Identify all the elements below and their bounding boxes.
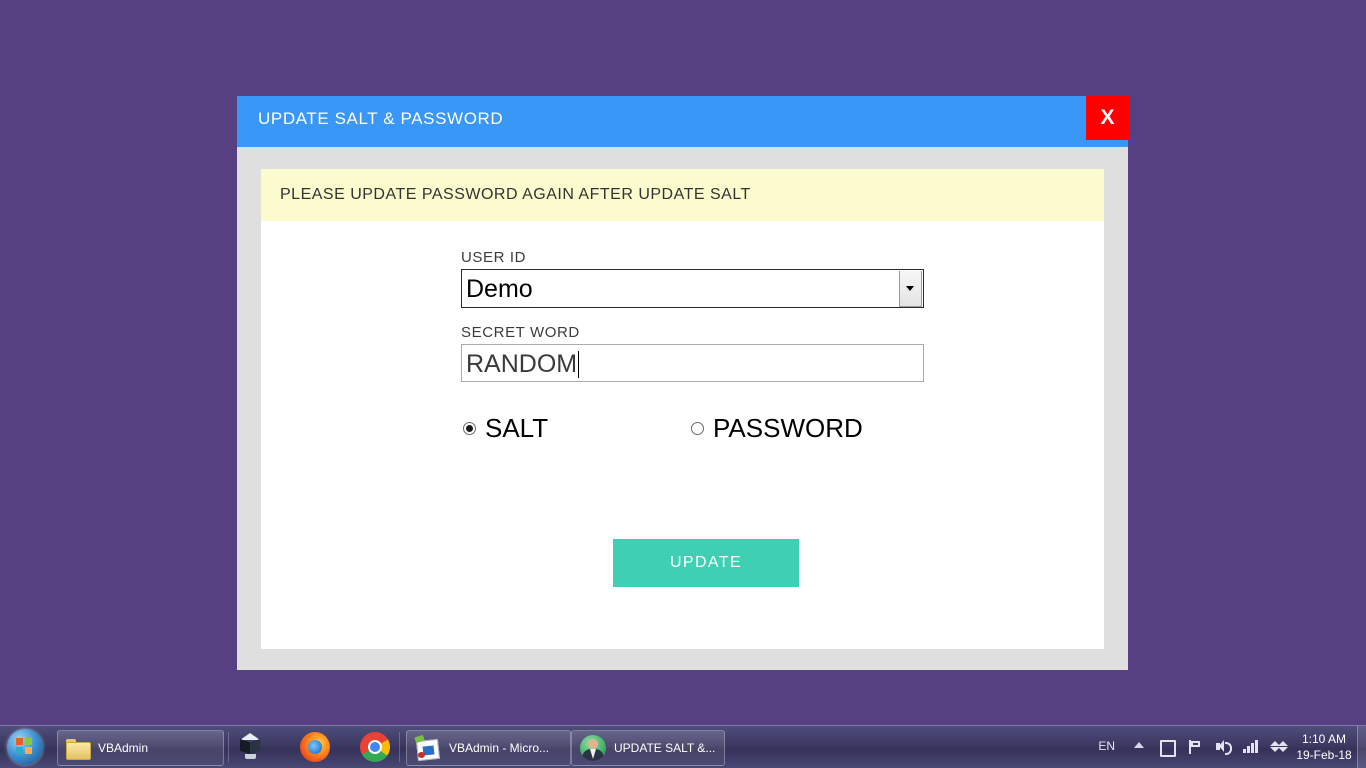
secret-word-input[interactable]: RANDOM — [461, 344, 924, 382]
radio-option-salt[interactable]: SALT — [463, 414, 548, 442]
show-hidden-icons-chevron-icon[interactable] — [1134, 742, 1144, 748]
folder-icon — [66, 738, 91, 760]
show-desktop-button[interactable] — [1357, 726, 1366, 768]
user-id-select[interactable]: Demo — [461, 269, 924, 308]
taskbar-button-update-salt-label: UPDATE SALT &... — [614, 741, 716, 755]
virtualbox-icon[interactable] — [235, 731, 267, 763]
action-center-icon[interactable] — [1158, 738, 1176, 757]
dialog-title: UPDATE SALT & PASSWORD — [258, 109, 504, 128]
network-icon[interactable] — [1242, 738, 1260, 756]
mode-radio-group: SALT PASSWORD — [461, 414, 931, 450]
clock-date: 19-Feb-18 — [1296, 748, 1352, 762]
tray-language[interactable]: EN — [1098, 739, 1115, 753]
windows-orb-icon — [16, 738, 34, 756]
radio-dot-salt-icon — [463, 421, 476, 435]
dialog-content: PLEASE UPDATE PASSWORD AGAIN AFTER UPDAT… — [261, 169, 1104, 649]
dialog-frame: PLEASE UPDATE PASSWORD AGAIN AFTER UPDAT… — [237, 147, 1128, 670]
firefox-icon[interactable] — [299, 731, 331, 763]
clock-time: 1:10 AM — [1301, 732, 1347, 746]
secret-word-value-wrap: RANDOM — [466, 350, 580, 378]
start-button[interactable] — [7, 729, 43, 765]
user-avatar-icon — [580, 735, 606, 761]
taskbar-button-access[interactable]: VBAdmin - Micro... — [406, 730, 571, 766]
radio-dot-password-icon — [691, 421, 704, 435]
desktop: UPDATE SALT & PASSWORD PLEASE UPDATE PAS… — [0, 0, 1366, 768]
taskbar-button-update-salt[interactable]: UPDATE SALT &... — [571, 730, 725, 766]
dropbox-icon[interactable] — [1270, 738, 1288, 756]
secret-word-value: RANDOM — [466, 350, 578, 378]
clock[interactable]: 1:10 AM 19-Feb-18 — [1294, 731, 1354, 763]
taskbar-button-vbadmin-label: VBAdmin — [98, 741, 149, 755]
close-button[interactable]: X — [1086, 96, 1129, 140]
update-salt-password-dialog: UPDATE SALT & PASSWORD PLEASE UPDATE PAS… — [237, 96, 1128, 670]
text-caret — [578, 351, 580, 378]
taskbar-button-access-label: VBAdmin - Micro... — [449, 741, 550, 755]
taskbar-button-vbadmin[interactable]: VBAdmin — [57, 730, 224, 766]
secret-word-label: SECRET WORD — [461, 324, 580, 341]
radio-label-password: PASSWORD — [713, 413, 863, 443]
taskbar-divider — [228, 732, 229, 762]
user-id-label: USER ID — [461, 249, 527, 266]
update-button[interactable]: UPDATE — [613, 539, 799, 587]
notice-text: PLEASE UPDATE PASSWORD AGAIN AFTER UPDAT… — [280, 186, 751, 203]
chrome-icon[interactable] — [359, 731, 391, 763]
flag-icon[interactable] — [1186, 738, 1204, 756]
chevron-down-icon[interactable] — [899, 271, 922, 307]
notice-banner: PLEASE UPDATE PASSWORD AGAIN AFTER UPDAT… — [261, 169, 1104, 221]
radio-label-salt: SALT — [485, 413, 549, 443]
radio-option-password[interactable]: PASSWORD — [691, 414, 863, 442]
volume-icon[interactable] — [1214, 738, 1232, 756]
taskbar-divider-2 — [399, 732, 400, 762]
dialog-title-bar: UPDATE SALT & PASSWORD — [237, 96, 1128, 147]
user-id-value: Demo — [466, 275, 533, 303]
taskbar: VBAdmin VBAdmin - Micro... UPDATE SALT &… — [0, 725, 1366, 768]
form-area: USER ID Demo SECRET WORD RANDOM — [461, 249, 931, 382]
access-icon — [414, 734, 441, 762]
